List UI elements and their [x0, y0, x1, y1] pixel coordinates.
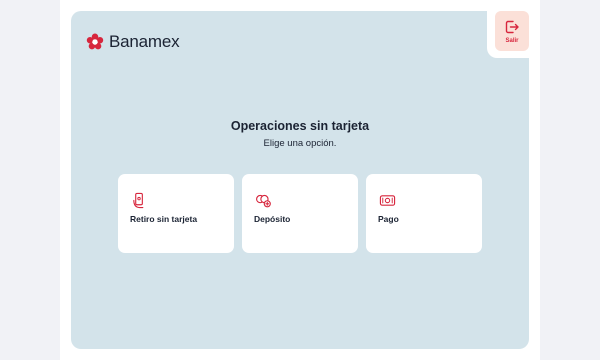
exit-button[interactable]: Salir: [495, 11, 529, 51]
page-subtitle: Elige una opción.: [263, 138, 337, 149]
option-label: Retiro sin tarjeta: [130, 214, 198, 224]
banamex-logo: Banamex: [86, 32, 180, 52]
option-card-pago[interactable]: Pago: [366, 174, 482, 253]
option-card-deposito[interactable]: Depósito: [242, 174, 358, 253]
banamex-flower-icon: [86, 33, 104, 50]
coins-deposit-icon: [256, 194, 271, 208]
bill-payment-icon: [379, 195, 396, 206]
option-label: Pago: [378, 214, 399, 224]
page-title: Operaciones sin tarjeta: [230, 119, 370, 133]
option-label: Depósito: [254, 214, 291, 224]
option-card-retiro[interactable]: Retiro sin tarjeta: [118, 174, 234, 253]
logout-icon: [505, 20, 519, 33]
brand-name: Banamex: [109, 32, 180, 51]
phone-cash-icon: [133, 192, 144, 209]
exit-label: Salir: [505, 37, 519, 44]
